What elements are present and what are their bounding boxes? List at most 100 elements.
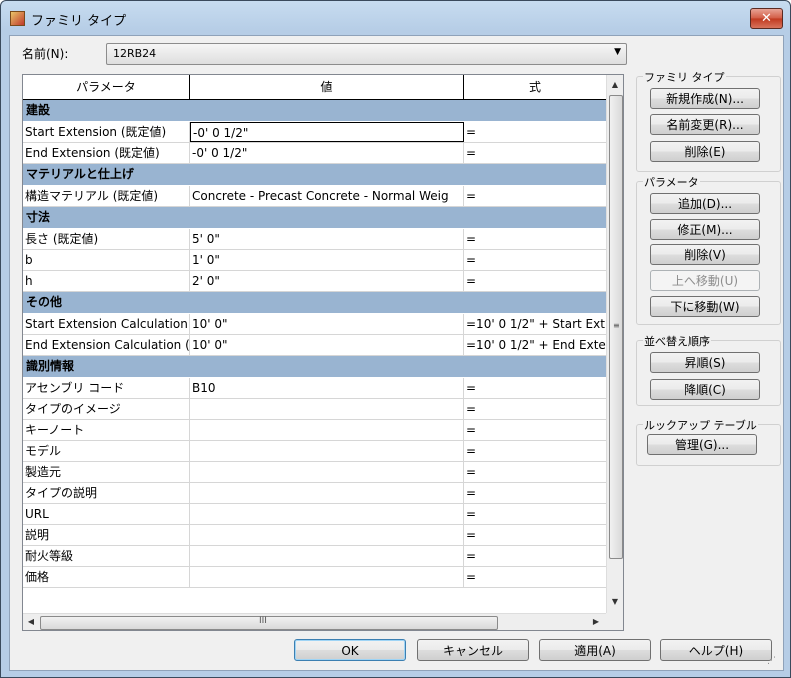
formula-cell[interactable]: =: [464, 567, 606, 587]
delete-parameter-button[interactable]: 削除(V): [650, 244, 760, 265]
group-header-dimensions[interactable]: 寸法: [23, 207, 606, 229]
table-row[interactable]: 構造マテリアル (既定値) Concrete - Precast Concret…: [23, 186, 606, 207]
group-header-construction[interactable]: 建設: [23, 100, 606, 122]
help-button[interactable]: ヘルプ(H): [660, 639, 772, 661]
formula-cell[interactable]: =: [464, 546, 606, 566]
param-cell[interactable]: タイプの説明: [23, 483, 190, 503]
formula-cell[interactable]: =: [464, 420, 606, 440]
table-row[interactable]: b 1' 0" =: [23, 250, 606, 271]
formula-cell[interactable]: =: [464, 122, 606, 142]
table-row[interactable]: 説明 =: [23, 525, 606, 546]
param-cell[interactable]: URL: [23, 504, 190, 524]
table-row[interactable]: 製造元 =: [23, 462, 606, 483]
group-header-other[interactable]: その他: [23, 292, 606, 314]
table-row[interactable]: アセンブリ コード B10 =: [23, 378, 606, 399]
close-button[interactable]: ✕: [750, 8, 783, 29]
table-row[interactable]: タイプの説明 =: [23, 483, 606, 504]
param-cell[interactable]: モデル: [23, 441, 190, 461]
value-cell[interactable]: [190, 567, 464, 587]
horizontal-scroll-thumb[interactable]: III: [40, 616, 498, 630]
chevron-down-icon[interactable]: ▼: [614, 47, 621, 57]
param-cell[interactable]: キーノート: [23, 420, 190, 440]
value-cell[interactable]: [190, 399, 464, 419]
modify-parameter-button[interactable]: 修正(M)...: [650, 219, 760, 240]
sort-ascending-button[interactable]: 昇順(S): [650, 352, 760, 373]
value-cell[interactable]: [190, 504, 464, 524]
param-cell[interactable]: 耐火等級: [23, 546, 190, 566]
scroll-left-icon[interactable]: ◀: [24, 614, 38, 630]
formula-cell[interactable]: =: [464, 462, 606, 482]
value-cell-editing[interactable]: -0' 0 1/2": [190, 122, 464, 142]
value-cell[interactable]: [190, 546, 464, 566]
rename-type-button[interactable]: 名前変更(R)...: [650, 114, 760, 135]
value-cell[interactable]: [190, 441, 464, 461]
formula-cell[interactable]: =: [464, 504, 606, 524]
value-cell[interactable]: 2' 0": [190, 271, 464, 291]
scroll-right-icon[interactable]: ▶: [589, 614, 603, 630]
new-type-button[interactable]: 新規作成(N)...: [650, 88, 760, 109]
param-cell[interactable]: h: [23, 271, 190, 291]
title-bar[interactable]: ファミリ タイプ ✕: [1, 1, 790, 35]
param-cell[interactable]: Start Extension (既定値): [23, 122, 190, 142]
table-row[interactable]: Start Extension (既定値) -0' 0 1/2" =: [23, 122, 606, 143]
formula-cell[interactable]: =: [464, 250, 606, 270]
value-cell[interactable]: 10' 0": [190, 314, 464, 334]
header-value[interactable]: 値: [190, 75, 464, 99]
group-header-identity[interactable]: 識別情報: [23, 356, 606, 378]
value-cell[interactable]: 5' 0": [190, 229, 464, 249]
formula-cell[interactable]: =10' 0 1/2" + End Exte: [464, 335, 606, 355]
formula-cell[interactable]: =: [464, 399, 606, 419]
value-cell[interactable]: [190, 462, 464, 482]
header-formula[interactable]: 式: [464, 75, 606, 99]
param-cell[interactable]: Start Extension Calculation: [23, 314, 190, 334]
table-row[interactable]: タイプのイメージ =: [23, 399, 606, 420]
value-cell[interactable]: Concrete - Precast Concrete - Normal Wei…: [190, 186, 464, 206]
type-name-dropdown[interactable]: 12RB24 ▼: [106, 43, 627, 65]
formula-cell[interactable]: =: [464, 271, 606, 291]
table-row[interactable]: 耐火等級 =: [23, 546, 606, 567]
value-cell[interactable]: -0' 0 1/2": [190, 143, 464, 163]
apply-button[interactable]: 適用(A): [539, 639, 651, 661]
table-row[interactable]: h 2' 0" =: [23, 271, 606, 292]
formula-cell[interactable]: =: [464, 229, 606, 249]
table-row[interactable]: End Extension (既定値) -0' 0 1/2" =: [23, 143, 606, 164]
formula-cell[interactable]: =: [464, 483, 606, 503]
table-row[interactable]: キーノート =: [23, 420, 606, 441]
param-cell[interactable]: タイプのイメージ: [23, 399, 190, 419]
delete-type-button[interactable]: 削除(E): [650, 141, 760, 162]
table-row[interactable]: 価格 =: [23, 567, 606, 588]
formula-cell[interactable]: =: [464, 441, 606, 461]
table-row[interactable]: End Extension Calculation ( 10' 0" =10' …: [23, 335, 606, 356]
value-cell[interactable]: 10' 0": [190, 335, 464, 355]
param-cell[interactable]: 構造マテリアル (既定値): [23, 186, 190, 206]
table-row[interactable]: 長さ (既定値) 5' 0" =: [23, 229, 606, 250]
table-row[interactable]: URL =: [23, 504, 606, 525]
horizontal-scrollbar[interactable]: ◀ III ▶: [23, 613, 606, 630]
param-cell[interactable]: アセンブリ コード: [23, 378, 190, 398]
header-parameter[interactable]: パラメータ: [23, 75, 190, 99]
param-cell[interactable]: b: [23, 250, 190, 270]
param-cell[interactable]: 価格: [23, 567, 190, 587]
formula-cell[interactable]: =: [464, 525, 606, 545]
param-cell[interactable]: End Extension Calculation (: [23, 335, 190, 355]
value-cell[interactable]: [190, 420, 464, 440]
value-cell[interactable]: [190, 525, 464, 545]
vertical-scrollbar[interactable]: ▲ ≡ ▼: [606, 75, 623, 613]
table-row[interactable]: Start Extension Calculation 10' 0" =10' …: [23, 314, 606, 335]
table-row[interactable]: モデル =: [23, 441, 606, 462]
sort-descending-button[interactable]: 降順(C): [650, 379, 760, 400]
move-up-button[interactable]: 上へ移動(U): [650, 270, 760, 291]
scroll-down-icon[interactable]: ▼: [608, 594, 622, 610]
param-cell[interactable]: 説明: [23, 525, 190, 545]
group-header-materials[interactable]: マテリアルと仕上げ: [23, 164, 606, 186]
ok-button[interactable]: OK: [294, 639, 406, 661]
formula-cell[interactable]: =10' 0 1/2" + Start Ext: [464, 314, 606, 334]
manage-lookup-button[interactable]: 管理(G)...: [647, 434, 757, 455]
param-cell[interactable]: 製造元: [23, 462, 190, 482]
value-cell[interactable]: [190, 483, 464, 503]
value-cell[interactable]: 1' 0": [190, 250, 464, 270]
formula-cell[interactable]: =: [464, 186, 606, 206]
value-cell[interactable]: B10: [190, 378, 464, 398]
cancel-button[interactable]: キャンセル: [417, 639, 529, 661]
param-cell[interactable]: 長さ (既定値): [23, 229, 190, 249]
